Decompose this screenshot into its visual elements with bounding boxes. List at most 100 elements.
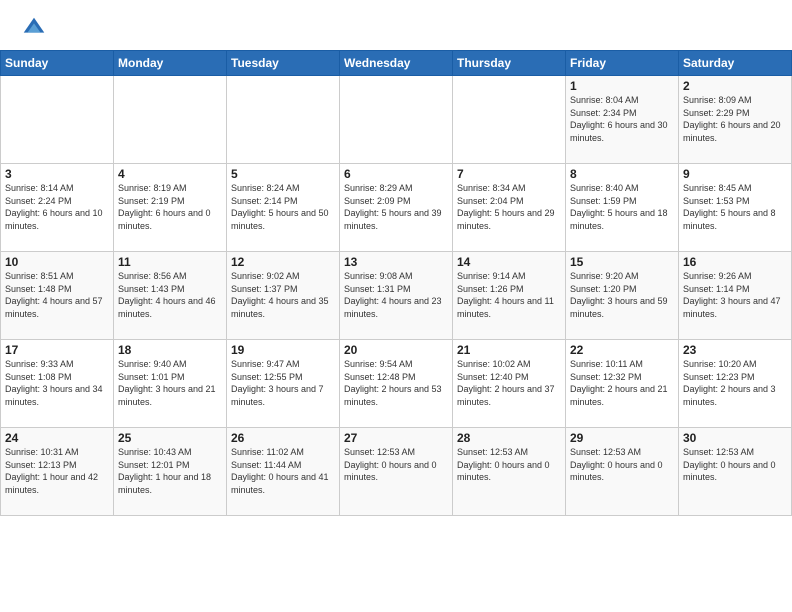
day-number: 29 <box>570 431 674 445</box>
calendar-cell: 27Sunset: 12:53 AMDaylight: 0 hours and … <box>340 428 453 516</box>
calendar-cell: 7Sunrise: 8:34 AMSunset: 2:04 PMDaylight… <box>453 164 566 252</box>
day-info: Sunset: 12:53 AMDaylight: 0 hours and 0 … <box>570 446 674 484</box>
calendar-cell: 16Sunrise: 9:26 AMSunset: 1:14 PMDayligh… <box>679 252 792 340</box>
calendar-cell: 25Sunrise: 10:43 AMSunset: 12:01 PMDayli… <box>114 428 227 516</box>
day-number: 27 <box>344 431 448 445</box>
calendar-cell: 28Sunset: 12:53 AMDaylight: 0 hours and … <box>453 428 566 516</box>
calendar-cell: 4Sunrise: 8:19 AMSunset: 2:19 PMDaylight… <box>114 164 227 252</box>
day-number: 30 <box>683 431 787 445</box>
day-info: Sunrise: 8:56 AMSunset: 1:43 PMDaylight:… <box>118 270 222 320</box>
day-number: 7 <box>457 167 561 181</box>
day-info: Sunrise: 9:02 AMSunset: 1:37 PMDaylight:… <box>231 270 335 320</box>
column-header-thursday: Thursday <box>453 51 566 76</box>
day-info: Sunrise: 8:24 AMSunset: 2:14 PMDaylight:… <box>231 182 335 232</box>
day-info: Sunrise: 10:31 AMSunset: 12:13 PMDayligh… <box>5 446 109 496</box>
day-number: 11 <box>118 255 222 269</box>
day-info: Sunrise: 8:40 AMSunset: 1:59 PMDaylight:… <box>570 182 674 232</box>
day-number: 25 <box>118 431 222 445</box>
day-number: 19 <box>231 343 335 357</box>
calendar-cell: 22Sunrise: 10:11 AMSunset: 12:32 PMDayli… <box>566 340 679 428</box>
day-number: 12 <box>231 255 335 269</box>
day-info: Sunset: 12:53 AMDaylight: 0 hours and 0 … <box>344 446 448 484</box>
day-number: 22 <box>570 343 674 357</box>
calendar-table: SundayMondayTuesdayWednesdayThursdayFrid… <box>0 50 792 516</box>
day-number: 10 <box>5 255 109 269</box>
calendar-cell <box>1 76 114 164</box>
calendar-cell: 12Sunrise: 9:02 AMSunset: 1:37 PMDayligh… <box>227 252 340 340</box>
calendar-cell: 30Sunset: 12:53 AMDaylight: 0 hours and … <box>679 428 792 516</box>
day-info: Sunrise: 8:19 AMSunset: 2:19 PMDaylight:… <box>118 182 222 232</box>
day-number: 18 <box>118 343 222 357</box>
day-info: Sunrise: 10:02 AMSunset: 12:40 PMDayligh… <box>457 358 561 408</box>
day-number: 21 <box>457 343 561 357</box>
column-header-friday: Friday <box>566 51 679 76</box>
day-info: Sunrise: 10:43 AMSunset: 12:01 PMDayligh… <box>118 446 222 496</box>
calendar-cell: 13Sunrise: 9:08 AMSunset: 1:31 PMDayligh… <box>340 252 453 340</box>
calendar-cell: 9Sunrise: 8:45 AMSunset: 1:53 PMDaylight… <box>679 164 792 252</box>
day-info: Sunrise: 9:26 AMSunset: 1:14 PMDaylight:… <box>683 270 787 320</box>
day-info: Sunrise: 8:45 AMSunset: 1:53 PMDaylight:… <box>683 182 787 232</box>
column-header-monday: Monday <box>114 51 227 76</box>
calendar-cell: 11Sunrise: 8:56 AMSunset: 1:43 PMDayligh… <box>114 252 227 340</box>
calendar-week-1: 1Sunrise: 8:04 AMSunset: 2:34 PMDaylight… <box>1 76 792 164</box>
calendar-cell <box>453 76 566 164</box>
calendar-cell <box>114 76 227 164</box>
column-header-wednesday: Wednesday <box>340 51 453 76</box>
calendar-cell: 23Sunrise: 10:20 AMSunset: 12:23 PMDayli… <box>679 340 792 428</box>
calendar-cell: 10Sunrise: 8:51 AMSunset: 1:48 PMDayligh… <box>1 252 114 340</box>
day-number: 8 <box>570 167 674 181</box>
calendar-cell: 19Sunrise: 9:47 AMSunset: 12:55 PMDaylig… <box>227 340 340 428</box>
day-info: Sunrise: 9:33 AMSunset: 1:08 PMDaylight:… <box>5 358 109 408</box>
calendar-cell: 26Sunrise: 11:02 AMSunset: 11:44 AMDayli… <box>227 428 340 516</box>
calendar-cell: 20Sunrise: 9:54 AMSunset: 12:48 PMDaylig… <box>340 340 453 428</box>
day-number: 14 <box>457 255 561 269</box>
day-info: Sunrise: 10:20 AMSunset: 12:23 PMDayligh… <box>683 358 787 408</box>
day-number: 3 <box>5 167 109 181</box>
day-number: 24 <box>5 431 109 445</box>
day-number: 6 <box>344 167 448 181</box>
calendar-cell <box>340 76 453 164</box>
day-info: Sunset: 12:53 AMDaylight: 0 hours and 0 … <box>457 446 561 484</box>
calendar-header-row: SundayMondayTuesdayWednesdayThursdayFrid… <box>1 51 792 76</box>
day-info: Sunrise: 9:40 AMSunset: 1:01 PMDaylight:… <box>118 358 222 408</box>
day-info: Sunrise: 8:34 AMSunset: 2:04 PMDaylight:… <box>457 182 561 232</box>
day-info: Sunrise: 8:04 AMSunset: 2:34 PMDaylight:… <box>570 94 674 144</box>
calendar-week-2: 3Sunrise: 8:14 AMSunset: 2:24 PMDaylight… <box>1 164 792 252</box>
calendar-cell: 17Sunrise: 9:33 AMSunset: 1:08 PMDayligh… <box>1 340 114 428</box>
calendar-week-5: 24Sunrise: 10:31 AMSunset: 12:13 PMDayli… <box>1 428 792 516</box>
day-number: 16 <box>683 255 787 269</box>
day-info: Sunset: 12:53 AMDaylight: 0 hours and 0 … <box>683 446 787 484</box>
logo-icon <box>20 14 48 42</box>
calendar-cell: 1Sunrise: 8:04 AMSunset: 2:34 PMDaylight… <box>566 76 679 164</box>
calendar-cell: 3Sunrise: 8:14 AMSunset: 2:24 PMDaylight… <box>1 164 114 252</box>
calendar-week-3: 10Sunrise: 8:51 AMSunset: 1:48 PMDayligh… <box>1 252 792 340</box>
column-header-tuesday: Tuesday <box>227 51 340 76</box>
day-number: 23 <box>683 343 787 357</box>
logo <box>20 14 52 42</box>
day-number: 1 <box>570 79 674 93</box>
day-number: 2 <box>683 79 787 93</box>
day-number: 9 <box>683 167 787 181</box>
calendar-cell: 24Sunrise: 10:31 AMSunset: 12:13 PMDayli… <box>1 428 114 516</box>
day-number: 13 <box>344 255 448 269</box>
column-header-saturday: Saturday <box>679 51 792 76</box>
calendar-cell: 15Sunrise: 9:20 AMSunset: 1:20 PMDayligh… <box>566 252 679 340</box>
calendar-cell: 29Sunset: 12:53 AMDaylight: 0 hours and … <box>566 428 679 516</box>
day-number: 28 <box>457 431 561 445</box>
day-info: Sunrise: 9:14 AMSunset: 1:26 PMDaylight:… <box>457 270 561 320</box>
day-number: 5 <box>231 167 335 181</box>
day-info: Sunrise: 10:11 AMSunset: 12:32 PMDayligh… <box>570 358 674 408</box>
day-info: Sunrise: 9:20 AMSunset: 1:20 PMDaylight:… <box>570 270 674 320</box>
day-info: Sunrise: 9:54 AMSunset: 12:48 PMDaylight… <box>344 358 448 408</box>
day-number: 4 <box>118 167 222 181</box>
day-info: Sunrise: 8:51 AMSunset: 1:48 PMDaylight:… <box>5 270 109 320</box>
calendar-cell: 5Sunrise: 8:24 AMSunset: 2:14 PMDaylight… <box>227 164 340 252</box>
day-number: 17 <box>5 343 109 357</box>
calendar-cell <box>227 76 340 164</box>
day-info: Sunrise: 8:09 AMSunset: 2:29 PMDaylight:… <box>683 94 787 144</box>
calendar-cell: 6Sunrise: 8:29 AMSunset: 2:09 PMDaylight… <box>340 164 453 252</box>
day-number: 15 <box>570 255 674 269</box>
day-info: Sunrise: 8:14 AMSunset: 2:24 PMDaylight:… <box>5 182 109 232</box>
day-number: 26 <box>231 431 335 445</box>
day-number: 20 <box>344 343 448 357</box>
